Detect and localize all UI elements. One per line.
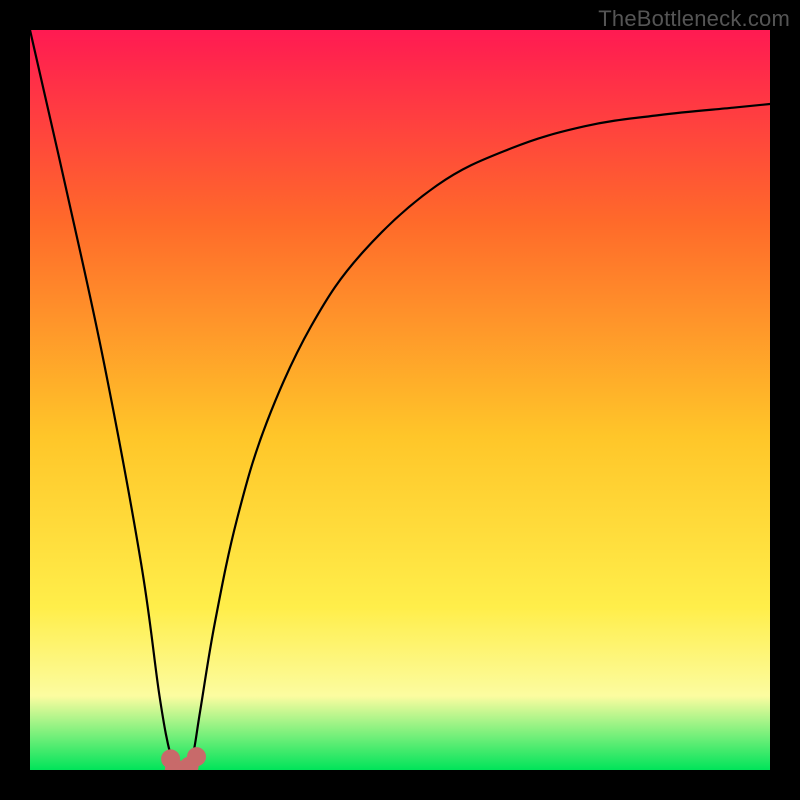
plot-area [30,30,770,770]
watermark-text: TheBottleneck.com [598,6,790,32]
gradient-background [30,30,770,770]
lobe-marker [188,748,206,766]
outer-frame: TheBottleneck.com [0,0,800,800]
chart-svg [30,30,770,770]
